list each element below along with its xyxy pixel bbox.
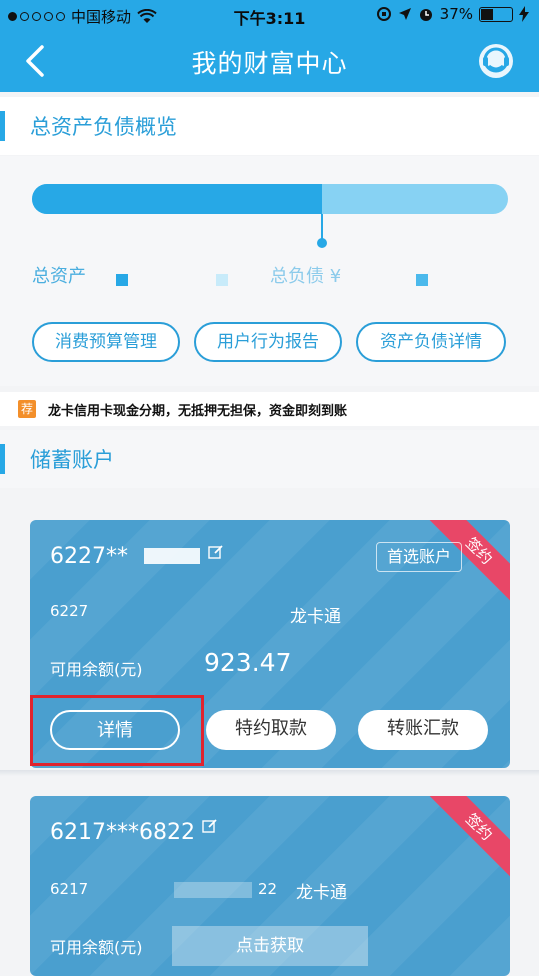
masked-number xyxy=(144,548,200,564)
rotation-lock-icon xyxy=(376,7,391,21)
card-sub-number-tail: 22 xyxy=(258,880,278,898)
preferred-account-badge: 首选账户 xyxy=(375,542,462,572)
behavior-report-button[interactable]: 用户行为报告 xyxy=(194,322,342,362)
savings-card[interactable]: 签约 6217***6822 6217 22 龙卡通 可用余额(元) 点击获取 xyxy=(30,796,510,976)
bar-marker-dot xyxy=(317,238,327,248)
overview-panel: 总资产 总负债 ¥ 消费预算管理 用户行为报告 资产负债详情 xyxy=(0,156,539,386)
section-accent-bar xyxy=(0,111,5,141)
battery-percent: 37% xyxy=(439,5,473,23)
overview-title: 总资产负债概览 xyxy=(30,115,177,139)
battery-icon xyxy=(479,6,513,22)
get-balance-button[interactable]: 点击获取 xyxy=(172,926,368,966)
page-title: 我的财富中心 xyxy=(191,49,348,78)
charging-icon xyxy=(519,6,529,22)
section-accent-bar xyxy=(0,444,5,474)
edit-icon[interactable] xyxy=(202,818,218,834)
card-type: 龙卡通 xyxy=(290,607,341,627)
nav-bar: 我的财富中心 xyxy=(0,30,539,92)
status-right: 37% xyxy=(376,5,529,23)
overview-section-header: 总资产负债概览 xyxy=(0,97,539,155)
assets-mask-swatch xyxy=(216,274,228,286)
liabilities-label: 总负债 ¥ xyxy=(270,266,342,287)
budget-management-button[interactable]: 消费预算管理 xyxy=(32,322,180,362)
masked-number xyxy=(174,882,252,898)
recommend-tag: 荐 xyxy=(18,400,36,418)
status-bar: 中国移动 下午3:11 37% xyxy=(0,0,539,30)
balance-label: 可用余额(元) xyxy=(50,938,143,957)
assets-label: 总资产 xyxy=(32,266,86,287)
asset-liability-detail-button[interactable]: 资产负债详情 xyxy=(356,322,506,362)
asset-liability-bar xyxy=(32,184,508,214)
customer-service-icon[interactable] xyxy=(477,42,515,80)
balance-value: 923.47 xyxy=(204,648,292,677)
promo-text: 龙卡信用卡现金分期，无抵押无担保，资金即刻到账 xyxy=(48,404,348,419)
highlight-box xyxy=(30,695,204,766)
savings-section-header: 储蓄账户 xyxy=(0,430,539,488)
card-sub-number: 6227 xyxy=(50,602,89,620)
liabilities-legend-swatch xyxy=(416,274,428,286)
asset-bar-fill xyxy=(32,184,323,214)
promo-banner[interactable]: 荐 龙卡信用卡现金分期，无抵押无担保，资金即刻到账 xyxy=(0,392,539,426)
savings-title: 储蓄账户 xyxy=(30,448,114,472)
card-sub-number: 6217 xyxy=(50,880,89,898)
assets-legend-swatch xyxy=(116,274,128,286)
card-type: 龙卡通 xyxy=(296,883,347,903)
location-icon xyxy=(398,8,411,20)
bar-marker-line xyxy=(321,214,323,240)
special-withdrawal-button[interactable]: 特约取款 xyxy=(206,710,336,750)
card-separator xyxy=(0,770,539,776)
balance-label: 可用余额(元) xyxy=(50,660,143,679)
card-number: 6227** xyxy=(50,544,128,569)
card-number: 6217***6822 xyxy=(50,820,195,845)
transfer-button[interactable]: 转账汇款 xyxy=(358,710,488,750)
alarm-icon xyxy=(419,9,432,21)
edit-icon[interactable] xyxy=(208,544,224,560)
